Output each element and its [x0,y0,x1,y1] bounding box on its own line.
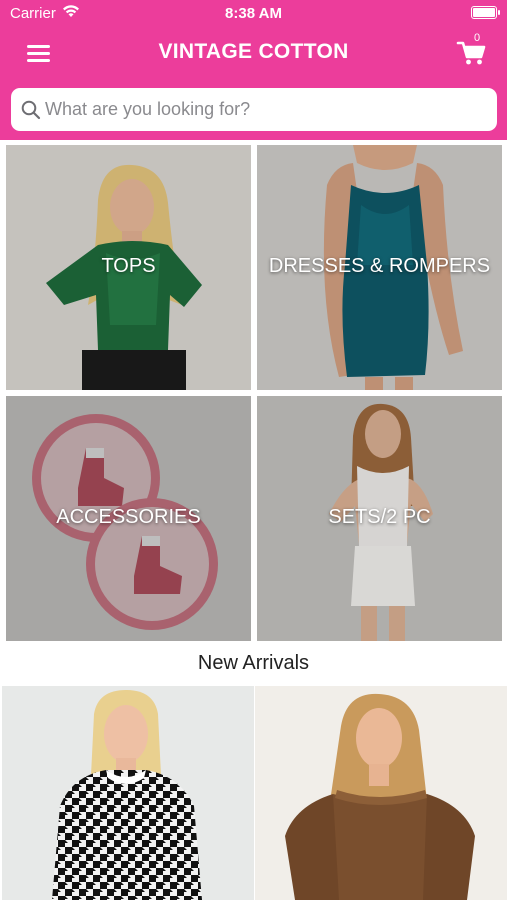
search-input[interactable] [45,88,485,131]
product-image [255,686,507,900]
search-icon [21,100,41,120]
category-tile-sets-2pc[interactable]: SETS/2 PC [257,396,502,641]
clock: 8:38 AM [225,5,282,22]
battery-icon [471,6,500,19]
product-image [2,686,254,900]
category-tile-tops[interactable]: TOPS [6,145,251,390]
nav-bar: VINTAGE COTTON 0 [0,30,507,76]
product-card-houndstooth-sweater[interactable] [2,686,254,900]
app-title: VINTAGE COTTON [158,40,349,63]
category-tile-accessories[interactable]: ACCESSORIES [6,396,251,641]
category-image-dresses [257,145,502,390]
category-tile-dresses-rompers[interactable]: DRESSES & ROMPERS [257,145,502,390]
category-image-sets [257,396,502,641]
search-bar[interactable] [11,88,497,131]
product-card-brown-knit-sweater[interactable] [255,686,507,900]
hamburger-menu-icon[interactable] [22,40,56,66]
category-image-tops [6,145,251,390]
app-header: Carrier 8:38 AM VINTAGE COTTON 0 [0,0,507,140]
cart-count-badge: 0 [474,32,481,44]
status-bar: Carrier 8:38 AM [0,0,507,28]
shopping-cart-icon[interactable] [452,36,492,68]
new-arrivals-heading: New Arrivals [197,652,310,674]
category-image-accessories [6,396,251,641]
